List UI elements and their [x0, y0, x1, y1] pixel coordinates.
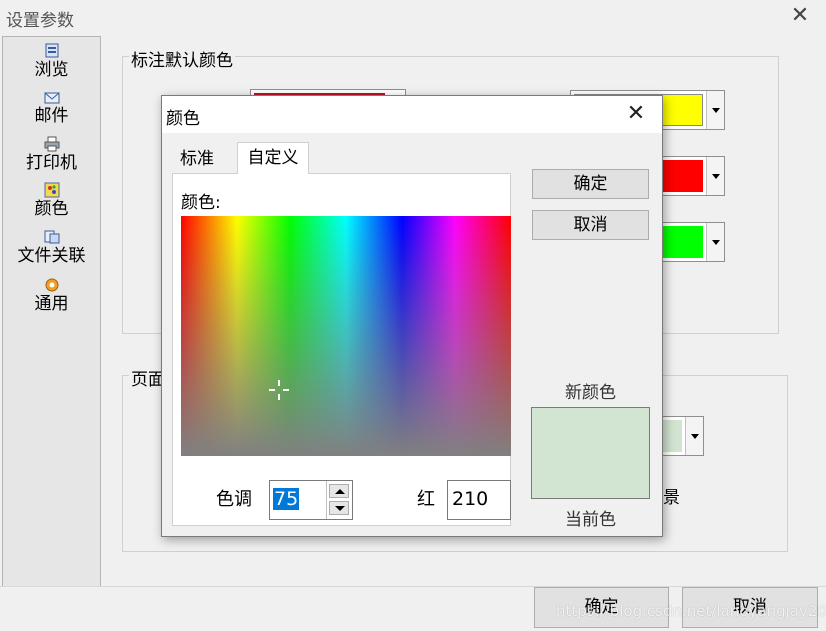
tab-standard[interactable]: 标准: [172, 146, 236, 173]
watermark: https://blog.csdn.net/lanoyangjay2017: [556, 602, 826, 620]
crosshair-icon[interactable]: [268, 379, 290, 401]
browse-icon: [45, 43, 58, 58]
window-title: 设置参数: [6, 11, 74, 31]
hue-spin-buttons: [326, 481, 352, 519]
spin-up-icon[interactable]: [329, 484, 349, 498]
mail-icon: [44, 92, 59, 104]
chevron-down-icon: [706, 91, 724, 129]
sidebar-item-label: 浏览: [34, 60, 69, 80]
color-dialog-close-button[interactable]: ✕: [624, 102, 648, 126]
sidebar-item-file-association[interactable]: 文件关联: [3, 229, 100, 267]
sidebar-item-color[interactable]: 颜色: [3, 182, 100, 220]
spin-down-icon[interactable]: [329, 501, 349, 515]
color-preview: [531, 407, 650, 499]
hue-label: 色调: [216, 489, 252, 510]
current-color-label: 当前色: [565, 510, 616, 530]
color-spectrum[interactable]: [181, 216, 511, 456]
sidebar-item-label: 打印机: [26, 153, 77, 173]
sidebar-item-label: 邮件: [34, 106, 69, 126]
color-icon: [44, 182, 59, 198]
color-label: 颜色:: [181, 193, 221, 213]
sidebar-item-label: 通用: [34, 294, 69, 314]
general-icon: [45, 278, 58, 292]
page-background-label: 景: [663, 488, 680, 508]
tab-custom[interactable]: 自定义: [237, 142, 309, 174]
hue-stepper[interactable]: 75: [269, 480, 353, 520]
dialog-cancel-button[interactable]: 取消: [532, 210, 649, 240]
sidebar: 浏览 邮件 打印机 颜色 文件关联 通用: [2, 36, 101, 587]
file-association-icon: [44, 230, 59, 244]
printer-icon: [44, 136, 59, 152]
color-dialog-title: 颜色: [166, 109, 200, 129]
sidebar-item-label: 颜色: [34, 199, 69, 219]
dialog-ok-button[interactable]: 确定: [532, 169, 649, 199]
chevron-down-icon: [685, 417, 703, 455]
red-value: 210: [452, 488, 489, 510]
new-color-label: 新颜色: [565, 383, 616, 403]
sidebar-item-browse[interactable]: 浏览: [3, 43, 100, 81]
chevron-down-icon: [706, 223, 724, 261]
chevron-down-icon: [706, 157, 724, 195]
color-dialog-titlebar: [162, 96, 662, 133]
sidebar-item-label: 文件关联: [17, 246, 86, 266]
hue-value: 75: [273, 488, 300, 510]
red-label: 红: [417, 489, 435, 510]
sidebar-item-mail[interactable]: 邮件: [3, 89, 100, 127]
annotation-color-group-title: 标注默认颜色: [129, 46, 235, 71]
sidebar-item-general[interactable]: 通用: [3, 277, 100, 315]
sidebar-item-printer[interactable]: 打印机: [3, 136, 100, 174]
color-dialog: 颜色 ✕ 标准 自定义 颜色: 色调 75 红 210 确定 取消 新颜色 当前…: [161, 95, 663, 537]
red-stepper[interactable]: 210: [447, 480, 511, 520]
window-close-button[interactable]: ✕: [788, 4, 812, 28]
